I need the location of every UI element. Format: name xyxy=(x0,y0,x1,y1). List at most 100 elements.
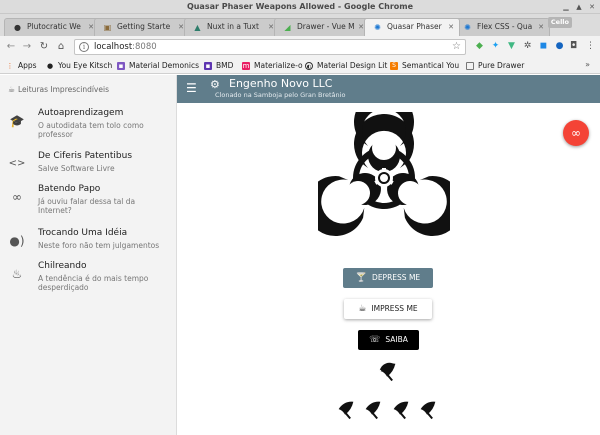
tab-5[interactable]: ✺ Flex CSS - Qua ✕ xyxy=(454,18,550,36)
drawer-item-sublabel: O autodidata tem tolo como professor xyxy=(38,121,144,139)
beach-umbrella-icon xyxy=(420,401,436,420)
info-icon[interactable]: i xyxy=(79,42,89,52)
tab-label: Getting Starte xyxy=(117,22,171,31)
infinity-icon: ∞ xyxy=(571,126,581,140)
nuxt-icon: ▲ xyxy=(194,23,201,32)
address-bar[interactable]: i localhost:8080 ☆ xyxy=(74,39,466,55)
vue-icon[interactable]: ▼ xyxy=(506,41,517,52)
tab-2[interactable]: ▲ Nuxt in a Tuxt ✕ xyxy=(184,18,280,36)
window-titlebar: Quasar Phaser Weapons Allowed - Google C… xyxy=(0,0,600,14)
maximize-icon[interactable]: ▲ xyxy=(575,3,583,11)
tab-1[interactable]: ▣ Getting Starte ✕ xyxy=(94,18,190,36)
drawer-item-label: De Ciferis Patentibus xyxy=(38,151,133,161)
saiba-button[interactable]: ☏ Saiba xyxy=(358,330,419,350)
menu-icon[interactable]: ☰ xyxy=(186,81,197,95)
drawer-item-label: Autoaprendizagem xyxy=(38,108,124,118)
infinity-fab[interactable]: ∞ xyxy=(563,120,589,146)
extension-gear-icon[interactable]: ✲ xyxy=(522,41,533,52)
tab-0[interactable]: ● Plutocratic We ✕ xyxy=(4,18,100,36)
bookmark-apps[interactable]: ⋮ Apps xyxy=(6,60,37,72)
forward-icon[interactable]: → xyxy=(21,41,33,53)
tab-4[interactable]: ✺ Quasar Phaser ✕ xyxy=(364,18,460,36)
bookmark-you-eye-kitsch[interactable]: ● You Eye Kitsch xyxy=(46,60,112,72)
bookmark-pure-drawer[interactable]: Pure Drawer xyxy=(466,60,524,72)
page-icon xyxy=(466,62,474,70)
tab-3[interactable]: ◢ Drawer - Vue M ✕ xyxy=(274,18,370,36)
drawer-item-sublabel: Salve Software Livre xyxy=(38,164,115,173)
tab-close-icon[interactable]: ✕ xyxy=(538,19,544,35)
record-voice-icon: ●) xyxy=(9,234,25,248)
bookmark-icon: ▪ xyxy=(204,62,212,70)
home-icon[interactable]: ⌂ xyxy=(55,41,67,53)
bookmark-bmd[interactable]: ▪ BMD xyxy=(204,60,233,72)
quasar-icon: ✺ xyxy=(374,23,381,32)
bookmark-icon: ▪ xyxy=(117,62,125,70)
bookmark-material-demonics[interactable]: ▪ Material Demonics xyxy=(117,60,199,72)
drawer-item-autoaprendizagem[interactable]: 🎓 Autoaprendizagem O autodidata tem tolo… xyxy=(0,108,176,150)
infinity-icon: ∞ xyxy=(12,190,22,204)
drawer-item-sublabel: A tendência é do mais tempo desperdiçado xyxy=(38,274,149,292)
browser-toolbar: ← → ↻ ⌂ i localhost:8080 ☆ ◆ ✦ ▼ ✲ ◼ ● ◘… xyxy=(0,36,600,58)
tab-label: Nuxt in a Tuxt xyxy=(207,22,259,31)
github-icon: ● xyxy=(14,23,21,32)
owl-icon: ▣ xyxy=(103,23,112,32)
tab-close-icon[interactable]: ✕ xyxy=(448,19,454,35)
github-icon: ● xyxy=(46,62,54,70)
tab-label: Flex CSS - Qua xyxy=(477,22,533,31)
coffee-icon: ☕ xyxy=(358,304,367,314)
book-icon: ☕ xyxy=(8,85,16,94)
main-content: ∞ 🍸 Depress Me ☕ Impress Me ☏ Saiba xyxy=(177,103,600,435)
bookmarks-overflow-icon[interactable]: » xyxy=(585,60,590,69)
drawer-item-label: Chilreando xyxy=(38,261,87,271)
depress-me-button[interactable]: 🍸 Depress Me xyxy=(343,268,433,288)
back-icon[interactable]: ← xyxy=(5,41,17,53)
semantic-icon: S xyxy=(390,62,398,70)
drawer-item-label: Trocando Uma Idéia xyxy=(38,228,128,238)
side-drawer: ☕ Leituras Imprescindíveis 🎓 Autoaprendi… xyxy=(0,75,177,435)
bookmark-star-icon[interactable]: ☆ xyxy=(452,41,461,52)
bookmarks-bar: ⋮ Apps ● You Eye Kitsch ▪ Material Demon… xyxy=(0,58,600,74)
drawer-item-sublabel: Neste foro não tem julgamentos xyxy=(38,241,160,250)
window-title: Quasar Phaser Weapons Allowed - Google C… xyxy=(186,2,414,11)
bookmark-semantical-you[interactable]: S Semantical You xyxy=(390,60,459,72)
close-window-icon[interactable]: ✕ xyxy=(588,3,596,11)
extension-blue-icon[interactable]: ◼ xyxy=(538,41,549,52)
drawer-item-label: Batendo Papo xyxy=(38,184,101,194)
code-icon: <> xyxy=(8,158,26,169)
drawer-item-batendo-papo[interactable]: ∞ Batendo Papo Já ouviu falar dessa tal … xyxy=(0,184,176,226)
app-header: ☰ ⚙ Engenho Novo LLC Clonado na Samboja … xyxy=(177,75,600,103)
cogs-icon: ⚙ xyxy=(210,78,220,91)
school-icon: 🎓 xyxy=(9,114,25,128)
extension-dot-icon[interactable]: ● xyxy=(554,41,565,52)
beach-umbrella-icon xyxy=(393,401,409,420)
reload-icon[interactable]: ↻ xyxy=(38,41,50,53)
tab-label: Drawer - Vue M xyxy=(297,22,355,31)
vue-devtools-icon[interactable]: ◆ xyxy=(474,41,485,52)
tab-label: Plutocratic We xyxy=(27,22,81,31)
beach-umbrella-icon xyxy=(379,362,396,382)
drawer-header: ☕ Leituras Imprescindíveis xyxy=(8,85,109,94)
mdl-icon: ◐ xyxy=(305,62,313,70)
twitter-icon[interactable]: ✦ xyxy=(490,41,501,52)
beach-umbrella-icon xyxy=(338,401,354,420)
app-subtitle: Clonado na Samboja pelo Gran Bretânio xyxy=(215,91,346,99)
smoking-icon: ♨ xyxy=(11,267,23,281)
profile-chip[interactable]: Cello xyxy=(547,17,572,28)
impress-me-button[interactable]: ☕ Impress Me xyxy=(344,299,432,319)
extension-shield-icon[interactable]: ◘ xyxy=(568,41,579,52)
chrome-menu-icon[interactable]: ⋮ xyxy=(585,41,596,52)
tab-label: Quasar Phaser xyxy=(387,22,442,31)
tab-strip: ● Plutocratic We ✕ ▣ Getting Starte ✕ ▲ … xyxy=(0,14,600,36)
drawer-item-chilreando[interactable]: ♨ Chilreando A tendência é do mais tempo… xyxy=(0,261,176,303)
martini-icon: 🍸 xyxy=(355,273,368,283)
biohazard-icon xyxy=(318,112,450,236)
quasar-icon: ✺ xyxy=(464,23,471,32)
address-url: localhost:8080 xyxy=(94,42,157,52)
beach-umbrella-icon xyxy=(365,401,381,420)
materialize-icon: m xyxy=(242,62,250,70)
bookmark-materialize[interactable]: m Materialize-o xyxy=(242,60,303,72)
vuetify-icon: ◢ xyxy=(284,23,291,32)
phone-hangup-icon: ☏ xyxy=(369,335,381,345)
bookmark-material-design-lite[interactable]: ◐ Material Design Lit xyxy=(305,60,387,72)
minimize-icon[interactable]: ▁ xyxy=(562,3,570,11)
